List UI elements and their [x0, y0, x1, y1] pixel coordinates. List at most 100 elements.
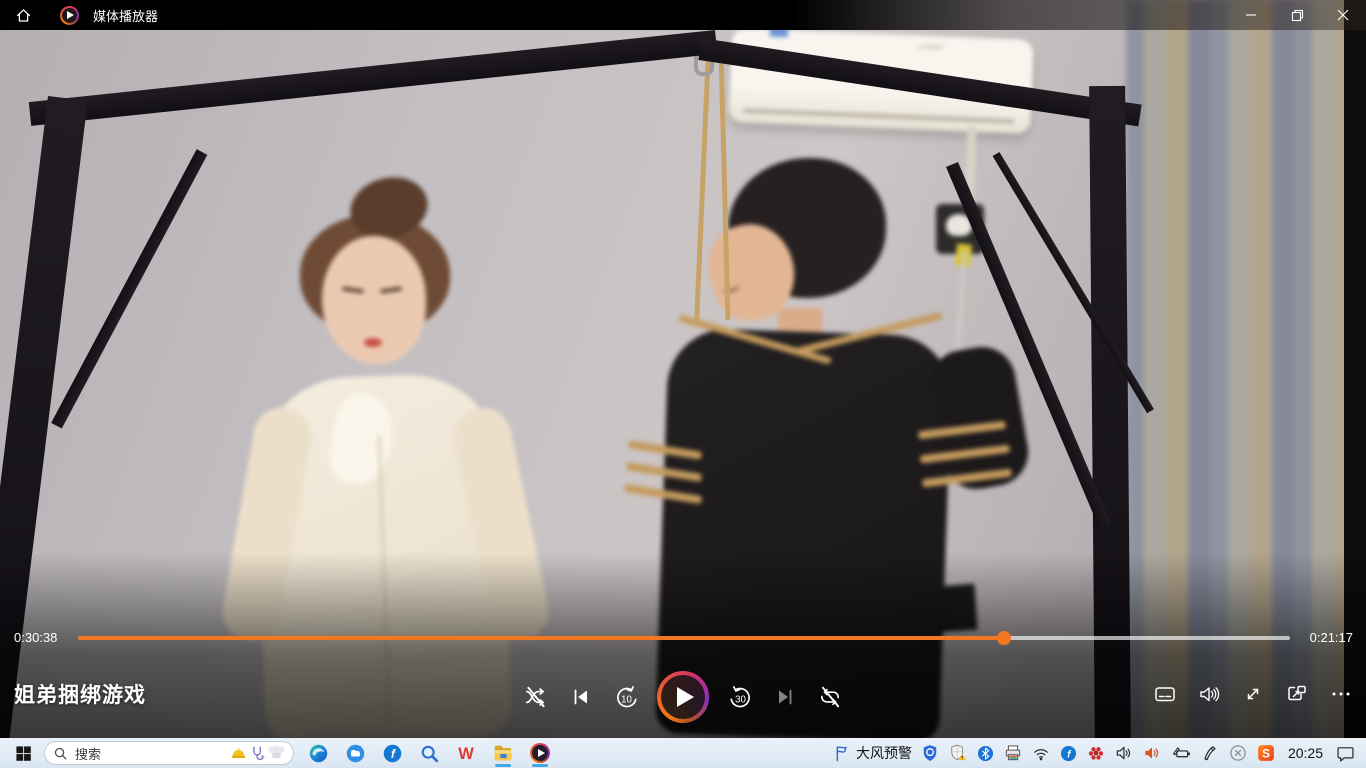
tray-security-shield[interactable] — [920, 738, 940, 768]
taskbar-app-wps[interactable]: W — [452, 738, 480, 768]
next-icon — [773, 685, 797, 709]
tray-disconnected[interactable] — [1228, 738, 1248, 768]
start-button[interactable] — [6, 738, 40, 768]
next-button[interactable] — [771, 683, 799, 711]
skip-back-10-icon: 10 — [613, 684, 640, 711]
bluetooth-icon — [976, 744, 995, 763]
timeline: 0:30:38 0:21:17 — [0, 628, 1366, 648]
elapsed-time: 0:30:38 — [14, 630, 57, 645]
svg-text:W: W — [458, 745, 474, 763]
signature-pen-icon — [1200, 743, 1220, 763]
close-icon — [1337, 9, 1349, 21]
volume-icon — [1114, 743, 1134, 763]
windows-logo-icon — [15, 745, 32, 762]
pinned-apps: f W — [304, 738, 554, 768]
search-highlights — [230, 745, 285, 762]
tray-signature-pen[interactable] — [1200, 738, 1220, 768]
taskbar-app-edge[interactable] — [304, 738, 332, 768]
app-title: 媒体播放器 — [93, 6, 158, 25]
close-button[interactable] — [1320, 0, 1366, 30]
skip-back-button[interactable]: 10 — [612, 683, 640, 711]
search-input[interactable]: 搜索 — [44, 741, 294, 765]
notification-bubble-icon — [1335, 743, 1356, 764]
svg-text:30: 30 — [735, 694, 746, 705]
taskbar-app-weather[interactable] — [341, 738, 369, 768]
search-icon — [53, 746, 68, 761]
skip-forward-button[interactable]: 30 — [726, 683, 754, 711]
magnifier-icon — [419, 743, 440, 764]
edge-icon — [308, 743, 329, 764]
svg-text:10: 10 — [621, 694, 632, 705]
taskbar: 搜索 — [0, 738, 1366, 768]
battery-pen-icon — [1170, 743, 1192, 763]
volume-button[interactable] — [1197, 682, 1221, 706]
security-shield-icon — [920, 743, 940, 763]
play-icon — [677, 687, 694, 707]
taskbar-app-media-player[interactable] — [526, 738, 554, 768]
taskbar-clock[interactable]: 20:25 — [1284, 738, 1327, 768]
taskbar-app-explorer[interactable] — [489, 738, 517, 768]
shuffle-button[interactable] — [522, 683, 550, 711]
taskbar-app-search-tool[interactable] — [415, 738, 443, 768]
skip-forward-30-icon: 30 — [727, 684, 754, 711]
tray-battery-pen[interactable] — [1170, 738, 1192, 768]
volume-orange-icon — [1142, 743, 1162, 763]
secondary-controls — [1153, 682, 1353, 706]
tray-volume[interactable] — [1114, 738, 1134, 768]
tray-sogou-input[interactable]: S — [1256, 738, 1276, 768]
tray-wireless[interactable] — [1031, 738, 1051, 768]
weather-alert-text: 大风预警 — [856, 743, 912, 763]
weather-app-icon — [345, 743, 366, 764]
play-button[interactable] — [657, 671, 709, 723]
search-placeholder: 搜索 — [75, 744, 230, 763]
restore-icon — [1291, 9, 1304, 22]
mini-player-button[interactable] — [1285, 682, 1309, 706]
tray-bluetooth[interactable] — [976, 738, 995, 768]
minimize-button[interactable] — [1228, 0, 1274, 30]
player-overlay: 0:30:38 0:21:17 姐弟捆绑游戏 — [0, 0, 1366, 738]
titlebar: 媒体播放器 — [0, 0, 1366, 30]
subtitles-button[interactable] — [1153, 682, 1177, 706]
screen: Leader — [0, 0, 1366, 768]
tray-red-cluster[interactable] — [1086, 738, 1106, 768]
repeat-button[interactable] — [816, 683, 844, 711]
volume-icon — [1197, 682, 1221, 706]
system-tray: 大风预警 — [833, 738, 1366, 768]
restore-button[interactable] — [1274, 0, 1320, 30]
flash-icon: f — [1059, 744, 1078, 763]
more-options-button[interactable] — [1329, 682, 1353, 706]
wireless-signal-icon — [1031, 743, 1051, 763]
svg-text:S: S — [1262, 747, 1270, 760]
more-options-icon — [1329, 682, 1353, 706]
tray-flash[interactable]: f — [1059, 738, 1078, 768]
home-button[interactable] — [6, 0, 40, 30]
printer-icon — [1003, 743, 1023, 763]
media-player-icon — [530, 743, 550, 763]
repeat-off-icon — [817, 684, 843, 710]
remaining-time: 0:21:17 — [1310, 630, 1353, 645]
previous-icon — [569, 685, 593, 709]
taskbar-app-flash[interactable]: f — [378, 738, 406, 768]
defender-alert-icon — [948, 743, 968, 763]
seek-bar[interactable] — [78, 636, 1290, 640]
weather-alert[interactable]: 大风预警 — [833, 738, 912, 768]
flag-icon — [833, 744, 852, 763]
hard-hat-icon — [230, 745, 247, 762]
file-explorer-icon — [492, 742, 514, 764]
mini-player-icon — [1285, 682, 1309, 706]
home-icon — [14, 6, 33, 25]
circle-x-icon — [1228, 743, 1248, 763]
tray-volume-orange[interactable] — [1142, 738, 1162, 768]
previous-button[interactable] — [567, 683, 595, 711]
progress-fill — [78, 636, 1004, 640]
tray-defender[interactable] — [948, 738, 968, 768]
notification-button[interactable] — [1335, 738, 1356, 768]
shuffle-off-icon — [523, 684, 549, 710]
running-indicator — [495, 764, 511, 767]
flash-icon: f — [382, 743, 403, 764]
progress-thumb[interactable] — [997, 631, 1011, 645]
fullscreen-button[interactable] — [1241, 682, 1265, 706]
stethoscope-icon — [249, 745, 266, 762]
wps-office-icon: W — [455, 742, 477, 764]
tray-printer[interactable] — [1003, 738, 1023, 768]
